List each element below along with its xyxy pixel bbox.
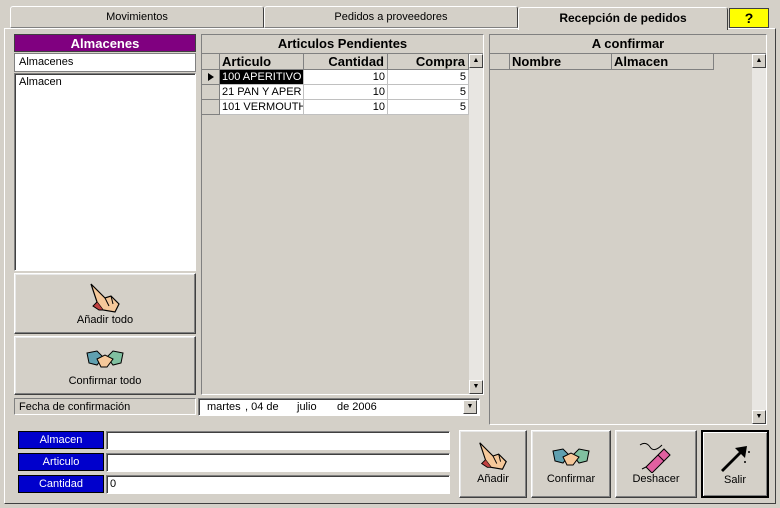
- salir-label: Salir: [723, 474, 746, 486]
- tab-movimientos[interactable]: Movimientos: [10, 6, 264, 28]
- confirmar-panel: A confirmar Nombre Almacen ▲ ▼: [489, 34, 767, 425]
- anadir-label: Añadir: [477, 473, 509, 485]
- confirmar-header: A confirmar: [591, 36, 665, 51]
- pointing-hand-icon: [90, 283, 120, 313]
- fecha-dropdown-button[interactable]: ▼: [463, 400, 477, 414]
- add-all-button[interactable]: Añadir todo: [14, 273, 196, 334]
- pointing-hand-icon: [479, 442, 507, 470]
- row-header[interactable]: [202, 70, 220, 85]
- add-all-label: Añadir todo: [76, 314, 134, 326]
- table-cell-cantidad[interactable]: 10: [304, 100, 388, 115]
- table-cell-compra[interactable]: 5: [388, 85, 469, 100]
- scroll-up-button[interactable]: ▲: [469, 54, 483, 68]
- articulo-label: Articulo: [18, 453, 104, 471]
- eraser-icon: [639, 442, 671, 473]
- scroll-up-button[interactable]: ▲: [752, 54, 766, 68]
- column-header-almacen[interactable]: Almacen: [612, 54, 714, 70]
- articulo-field[interactable]: [106, 453, 450, 472]
- row-header[interactable]: [202, 85, 220, 100]
- scroll-down-button[interactable]: ▼: [469, 380, 483, 394]
- pendientes-header: Articulos Pendientes: [277, 36, 408, 51]
- list-item[interactable]: Almacen: [15, 74, 195, 90]
- almacen-label: Almacen: [18, 431, 104, 449]
- table-cell-articulo[interactable]: 21 PAN Y APER: [220, 85, 304, 100]
- pendientes-scrollbar[interactable]: ▲ ▼: [469, 54, 483, 394]
- salir-button[interactable]: Salir: [701, 430, 769, 498]
- confirm-all-label: Confirmar todo: [68, 375, 142, 387]
- table-cell-cantidad[interactable]: 10: [304, 85, 388, 100]
- confirmar-button[interactable]: Confirmar: [531, 430, 611, 498]
- cantidad-field[interactable]: 0: [106, 475, 450, 494]
- column-header-nombre[interactable]: Nombre: [510, 54, 612, 70]
- column-header-compra[interactable]: Compra: [388, 54, 469, 70]
- grid-corner: [490, 54, 510, 70]
- tab-pedidos-proveedores[interactable]: Pedidos a proveedores: [264, 6, 518, 28]
- fecha-picker[interactable]: martes , 04 de julio de 2006 ▼: [198, 398, 480, 416]
- confirmar-scrollbar[interactable]: ▲ ▼: [752, 54, 766, 424]
- almacenes-input[interactable]: Almacenes: [14, 53, 196, 72]
- fecha-date[interactable]: , 04 de: [245, 399, 279, 415]
- confirmar-grid[interactable]: Nombre Almacen ▲ ▼: [490, 53, 766, 424]
- pendientes-grid[interactable]: Articulo Cantidad Compra 100 APERITIVO 1…: [202, 53, 483, 394]
- help-button[interactable]: ?: [729, 8, 769, 28]
- handshake-icon: [552, 448, 590, 466]
- table-cell-cantidad[interactable]: 10: [304, 70, 388, 85]
- fecha-year[interactable]: de 2006: [337, 399, 377, 415]
- table-cell-articulo[interactable]: 100 APERITIVO: [220, 70, 304, 85]
- table-cell-articulo[interactable]: 101 VERMOUTH: [220, 100, 304, 115]
- exit-arrow-icon: [721, 446, 750, 472]
- confirm-all-button[interactable]: Confirmar todo: [14, 336, 196, 395]
- deshacer-button[interactable]: Deshacer: [615, 430, 697, 498]
- row-header[interactable]: [202, 100, 220, 115]
- almacenes-header: Almacenes: [14, 34, 196, 52]
- grid-corner: [202, 54, 220, 70]
- fecha-month[interactable]: julio: [297, 399, 317, 415]
- fecha-label: Fecha de confirmación: [14, 398, 196, 415]
- tab-recepcion-pedidos[interactable]: Recepción de pedidos: [518, 7, 728, 30]
- anadir-button[interactable]: Añadir: [459, 430, 527, 498]
- pendientes-panel: Articulos Pendientes Articulo Cantidad C…: [201, 34, 484, 395]
- almacenes-list[interactable]: Almacen: [14, 73, 196, 271]
- column-header-articulo[interactable]: Articulo: [220, 54, 304, 70]
- table-cell-compra[interactable]: 5: [388, 70, 469, 85]
- fecha-day[interactable]: martes: [207, 399, 241, 415]
- table-cell-compra[interactable]: 5: [388, 100, 469, 115]
- column-header-cantidad[interactable]: Cantidad: [304, 54, 388, 70]
- almacen-field[interactable]: [106, 431, 450, 450]
- deshacer-label: Deshacer: [632, 473, 680, 485]
- row-pointer-icon: [208, 73, 214, 81]
- cantidad-label: Cantidad: [18, 475, 104, 493]
- confirmar-label: Confirmar: [546, 473, 596, 485]
- handshake-icon: [86, 350, 124, 368]
- scroll-down-button[interactable]: ▼: [752, 410, 766, 424]
